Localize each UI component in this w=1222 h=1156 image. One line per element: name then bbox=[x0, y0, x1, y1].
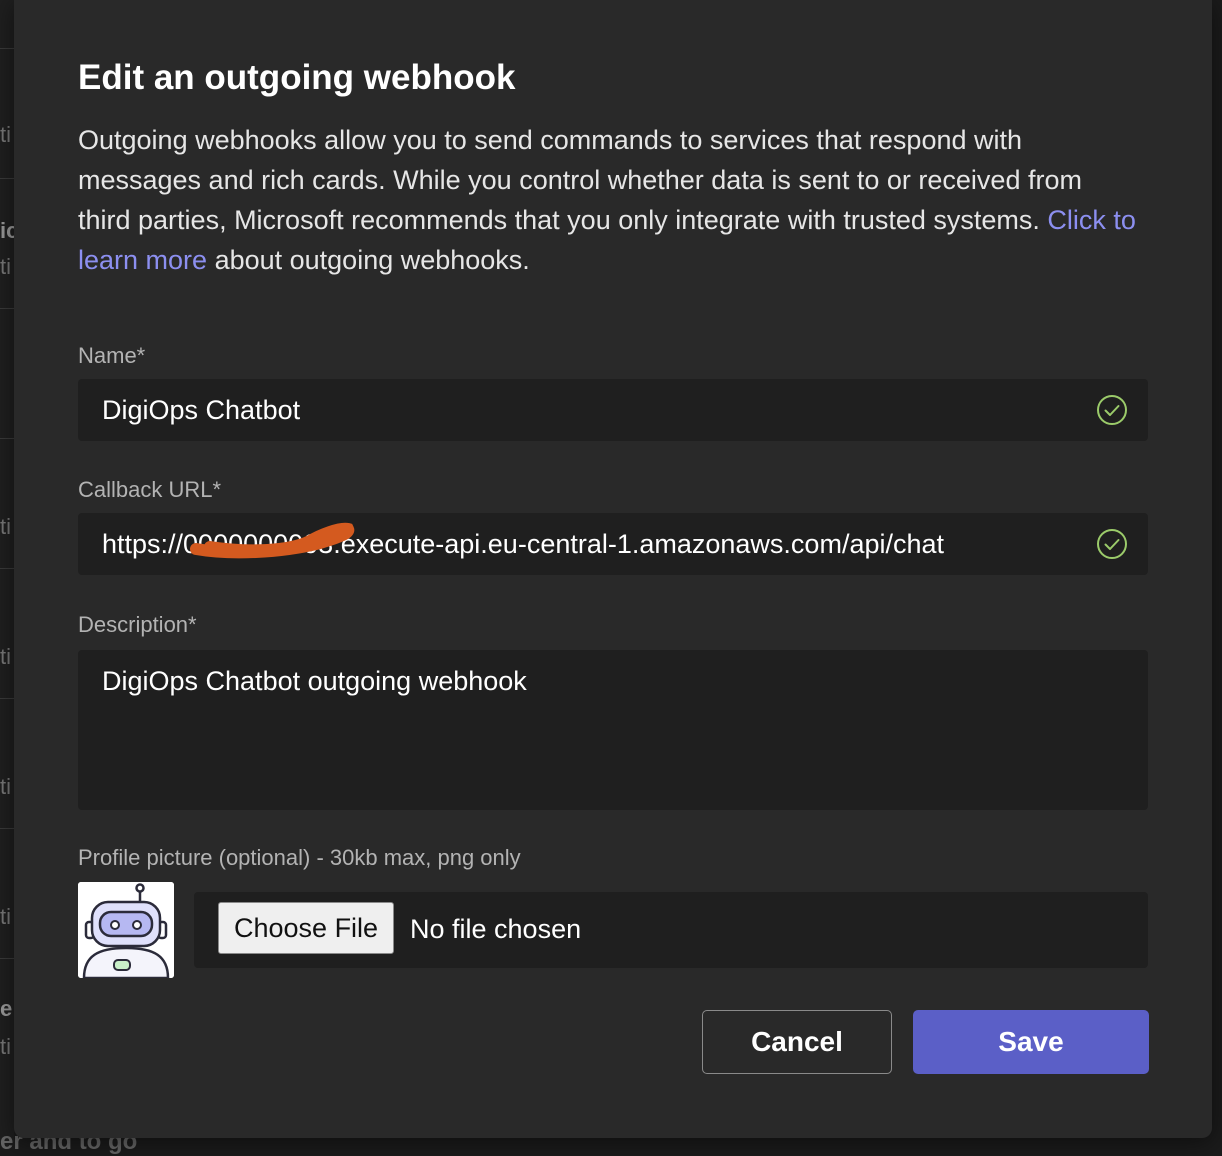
name-field-container bbox=[78, 379, 1148, 441]
description-textarea[interactable]: DigiOps Chatbot outgoing webhook bbox=[78, 650, 1148, 810]
description-text-end: about outgoing webhooks. bbox=[207, 245, 530, 275]
profile-picture-preview bbox=[78, 882, 174, 978]
check-circle-icon bbox=[1097, 529, 1127, 559]
background-text: ti bbox=[0, 122, 11, 147]
background-page: ti ic ti ti ti ti ti e ti bbox=[0, 0, 14, 1142]
description-text: Outgoing webhooks allow you to send comm… bbox=[78, 125, 1082, 235]
callback-url-label: Callback URL* bbox=[78, 477, 222, 502]
background-text: ti bbox=[0, 1034, 11, 1059]
edit-webhook-dialog: Edit an outgoing webhook Outgoing webhoo… bbox=[14, 0, 1212, 1138]
background-text: e bbox=[0, 996, 13, 1021]
choose-file-button[interactable]: Choose File bbox=[218, 902, 395, 954]
check-circle-icon bbox=[1097, 395, 1127, 425]
name-input[interactable] bbox=[78, 379, 1078, 441]
robot-avatar-icon bbox=[78, 882, 174, 978]
background-text: ti bbox=[0, 514, 11, 539]
background-text: ti bbox=[0, 644, 11, 669]
background-text: ti bbox=[0, 774, 11, 799]
redaction-scribble bbox=[190, 522, 355, 559]
background-text: ti bbox=[0, 254, 11, 279]
file-status-text: No file chosen bbox=[410, 914, 582, 944]
description-label: Description* bbox=[78, 612, 197, 637]
dialog-title: Edit an outgoing webhook bbox=[78, 58, 516, 97]
background-text: ti bbox=[0, 904, 11, 929]
background-text: ic bbox=[0, 218, 14, 243]
file-upload-field: Choose File No file chosen bbox=[194, 892, 1148, 968]
dialog-description: Outgoing webhooks allow you to send comm… bbox=[78, 120, 1138, 280]
description-field-container: DigiOps Chatbot outgoing webhook bbox=[78, 650, 1148, 810]
name-label: Name* bbox=[78, 343, 146, 368]
profile-picture-label: Profile picture (optional) - 30kb max, p… bbox=[78, 845, 521, 870]
save-button[interactable]: Save bbox=[913, 1010, 1149, 1074]
cancel-button[interactable]: Cancel bbox=[702, 1010, 892, 1074]
callback-url-field-container bbox=[78, 513, 1148, 575]
